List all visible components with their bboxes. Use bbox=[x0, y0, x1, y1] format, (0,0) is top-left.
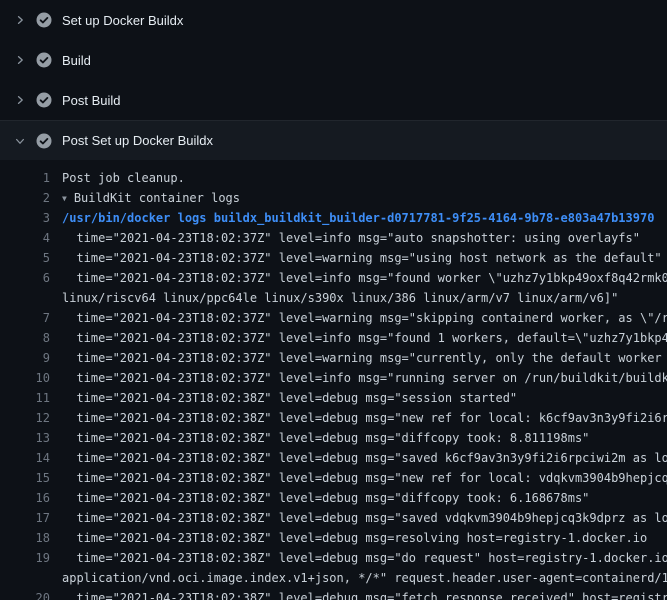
line-number[interactable]: 2 bbox=[0, 188, 50, 208]
log-text: time="2021-04-23T18:02:37Z" level=warnin… bbox=[50, 348, 667, 368]
log-text: time="2021-04-23T18:02:38Z" level=debug … bbox=[50, 488, 589, 508]
chevron-down-icon bbox=[12, 133, 28, 149]
check-circle-icon bbox=[36, 133, 52, 149]
log-text: time="2021-04-23T18:02:38Z" level=debug … bbox=[50, 588, 667, 600]
log-line: 2▼BuildKit container logs bbox=[0, 188, 667, 208]
log-line-continuation: linux/riscv64 linux/ppc64le linux/s390x … bbox=[0, 288, 667, 308]
log-text: time="2021-04-23T18:02:37Z" level=warnin… bbox=[50, 248, 662, 268]
line-number[interactable]: 18 bbox=[0, 528, 50, 548]
line-number[interactable]: 20 bbox=[0, 588, 50, 600]
log-line: 3/usr/bin/docker logs buildx_buildkit_bu… bbox=[0, 208, 667, 228]
log-line: 13 time="2021-04-23T18:02:38Z" level=deb… bbox=[0, 428, 667, 448]
line-number bbox=[0, 568, 50, 588]
log-text: time="2021-04-23T18:02:37Z" level=warnin… bbox=[50, 308, 667, 328]
log-text: time="2021-04-23T18:02:38Z" level=debug … bbox=[50, 428, 589, 448]
line-number[interactable]: 5 bbox=[0, 248, 50, 268]
chevron-right-icon bbox=[12, 12, 28, 28]
command-text: /usr/bin/docker logs buildx_buildkit_bui… bbox=[50, 208, 654, 228]
line-number[interactable]: 16 bbox=[0, 488, 50, 508]
log-text: application/vnd.oci.image.index.v1+json,… bbox=[50, 568, 667, 588]
step-header-set-up-docker-buildx[interactable]: Set up Docker Buildx bbox=[0, 0, 667, 40]
log-text: time="2021-04-23T18:02:38Z" level=debug … bbox=[50, 528, 647, 548]
line-number[interactable]: 7 bbox=[0, 308, 50, 328]
log-line: 12 time="2021-04-23T18:02:38Z" level=deb… bbox=[0, 408, 667, 428]
line-number[interactable]: 6 bbox=[0, 268, 50, 288]
step-label: Build bbox=[62, 53, 91, 68]
log-line: 8 time="2021-04-23T18:02:37Z" level=info… bbox=[0, 328, 667, 348]
line-number[interactable]: 9 bbox=[0, 348, 50, 368]
step-label: Set up Docker Buildx bbox=[62, 13, 183, 28]
log-line: 9 time="2021-04-23T18:02:37Z" level=warn… bbox=[0, 348, 667, 368]
step-header-post-build[interactable]: Post Build bbox=[0, 80, 667, 120]
step-header-post-set-up-docker-buildx[interactable]: Post Set up Docker Buildx bbox=[0, 120, 667, 160]
line-number[interactable]: 14 bbox=[0, 448, 50, 468]
actions-log-viewer: Set up Docker Buildx Build Post Build Post … bbox=[0, 0, 667, 600]
line-number[interactable]: 19 bbox=[0, 548, 50, 568]
log-line: 1Post job cleanup. bbox=[0, 168, 667, 188]
log-text: time="2021-04-23T18:02:38Z" level=debug … bbox=[50, 468, 667, 488]
log-line: 7 time="2021-04-23T18:02:37Z" level=warn… bbox=[0, 308, 667, 328]
check-circle-icon bbox=[36, 92, 52, 108]
log-text: time="2021-04-23T18:02:37Z" level=info m… bbox=[50, 268, 667, 288]
log-line: 11 time="2021-04-23T18:02:38Z" level=deb… bbox=[0, 388, 667, 408]
log-line: 20 time="2021-04-23T18:02:38Z" level=deb… bbox=[0, 588, 667, 600]
log-line: 18 time="2021-04-23T18:02:38Z" level=deb… bbox=[0, 528, 667, 548]
check-circle-icon bbox=[36, 12, 52, 28]
line-number[interactable]: 10 bbox=[0, 368, 50, 388]
log-line: 16 time="2021-04-23T18:02:38Z" level=deb… bbox=[0, 488, 667, 508]
log-text: time="2021-04-23T18:02:38Z" level=debug … bbox=[50, 448, 667, 468]
log-text: time="2021-04-23T18:02:37Z" level=info m… bbox=[50, 228, 640, 248]
log-text: time="2021-04-23T18:02:38Z" level=debug … bbox=[50, 548, 667, 568]
chevron-right-icon bbox=[12, 52, 28, 68]
log-line-continuation: application/vnd.oci.image.index.v1+json,… bbox=[0, 568, 667, 588]
step-label: Post Set up Docker Buildx bbox=[62, 133, 213, 148]
log-line: 14 time="2021-04-23T18:02:38Z" level=deb… bbox=[0, 448, 667, 468]
log-text: time="2021-04-23T18:02:38Z" level=debug … bbox=[50, 388, 517, 408]
log-line: 17 time="2021-04-23T18:02:38Z" level=deb… bbox=[0, 508, 667, 528]
log-line: 15 time="2021-04-23T18:02:38Z" level=deb… bbox=[0, 468, 667, 488]
log-text: time="2021-04-23T18:02:38Z" level=debug … bbox=[50, 408, 667, 428]
disclosure-triangle-icon[interactable]: ▼ bbox=[62, 189, 67, 208]
log-text: linux/riscv64 linux/ppc64le linux/s390x … bbox=[50, 288, 618, 308]
log-text: time="2021-04-23T18:02:37Z" level=info m… bbox=[50, 328, 667, 348]
log-line: 4 time="2021-04-23T18:02:37Z" level=info… bbox=[0, 228, 667, 248]
line-number bbox=[0, 288, 50, 308]
step-label: Post Build bbox=[62, 93, 121, 108]
line-number[interactable]: 4 bbox=[0, 228, 50, 248]
chevron-right-icon bbox=[12, 92, 28, 108]
log-line: 5 time="2021-04-23T18:02:37Z" level=warn… bbox=[0, 248, 667, 268]
log-text: time="2021-04-23T18:02:37Z" level=info m… bbox=[50, 368, 667, 388]
line-number[interactable]: 1 bbox=[0, 168, 50, 188]
log-text: ▼BuildKit container logs bbox=[50, 188, 240, 208]
check-circle-icon bbox=[36, 52, 52, 68]
line-number[interactable]: 13 bbox=[0, 428, 50, 448]
line-number[interactable]: 8 bbox=[0, 328, 50, 348]
line-number[interactable]: 3 bbox=[0, 208, 50, 228]
log-line: 6 time="2021-04-23T18:02:37Z" level=info… bbox=[0, 268, 667, 288]
log-line: 10 time="2021-04-23T18:02:37Z" level=inf… bbox=[0, 368, 667, 388]
log-text: Post job cleanup. bbox=[50, 168, 185, 188]
line-number[interactable]: 15 bbox=[0, 468, 50, 488]
step-list: Set up Docker Buildx Build Post Build Post … bbox=[0, 0, 667, 160]
line-number[interactable]: 11 bbox=[0, 388, 50, 408]
line-number[interactable]: 12 bbox=[0, 408, 50, 428]
step-header-build[interactable]: Build bbox=[0, 40, 667, 80]
log-line: 19 time="2021-04-23T18:02:38Z" level=deb… bbox=[0, 548, 667, 568]
log-text: time="2021-04-23T18:02:38Z" level=debug … bbox=[50, 508, 667, 528]
log-area: 1Post job cleanup.2▼BuildKit container l… bbox=[0, 160, 667, 600]
line-number[interactable]: 17 bbox=[0, 508, 50, 528]
